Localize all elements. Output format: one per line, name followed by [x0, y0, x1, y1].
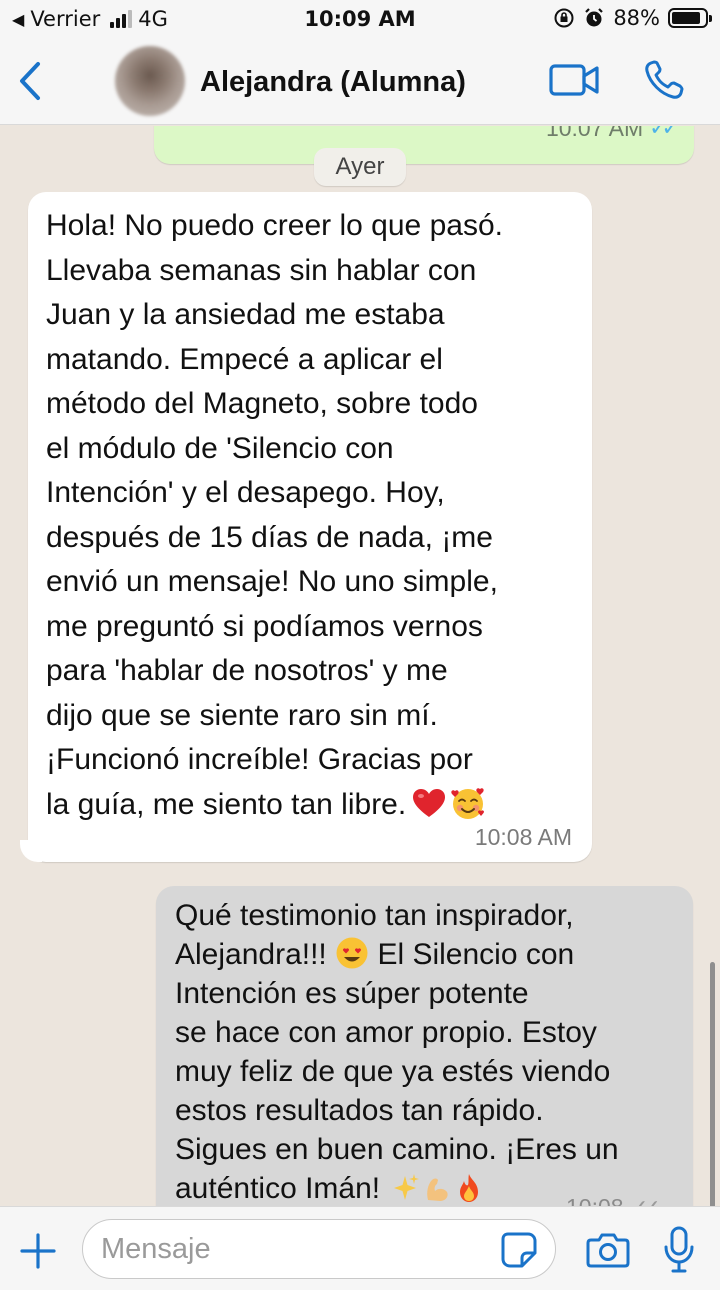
status-bar: ◀ Verrier 4G 10:09 AM 88% — [0, 0, 720, 40]
contact-name[interactable]: Alejandra (Alumna) — [200, 66, 466, 99]
message-text: Qué testimonio tan inspirador, Alejandra… — [175, 896, 685, 1206]
video-camera-icon[interactable] — [548, 60, 600, 100]
sparkles-icon — [394, 1174, 420, 1200]
status-right: 88% — [553, 6, 712, 30]
smiling-face-with-hearts-icon — [451, 787, 485, 819]
input-bar — [0, 1206, 720, 1290]
message-meta: 10:08 ✓✓ — [566, 1194, 661, 1206]
incoming-message[interactable]: Hola! No puedo creer lo que pasó. Llevab… — [28, 192, 592, 862]
alarm-icon — [585, 8, 604, 27]
camera-icon[interactable] — [586, 1231, 630, 1269]
battery-percentage: 88% — [613, 6, 660, 30]
fire-icon — [460, 1174, 479, 1202]
read-receipt-icon: ✓✓ — [649, 126, 680, 141]
outgoing-message-previous[interactable]: 10:07 AM ✓✓ — [154, 126, 694, 164]
message-input[interactable] — [82, 1219, 556, 1279]
screen-rotation-lock-icon — [554, 8, 574, 28]
red-heart-icon — [413, 788, 446, 817]
message-time: 10:08 — [566, 1194, 624, 1206]
chat-area[interactable]: 10:07 AM ✓✓ Ayer Hola! No puedo creer lo… — [0, 126, 720, 1206]
phone-icon[interactable] — [642, 58, 686, 102]
chat-header: Alejandra (Alumna) — [0, 40, 720, 125]
message-text: Hola! No puedo creer lo que pasó. Llevab… — [46, 204, 586, 827]
message-time: 10:08 AM — [474, 824, 572, 850]
battery-icon — [668, 8, 712, 28]
bubble-tail — [20, 840, 42, 862]
message-body: Hola! No puedo creer lo que pasó. Llevab… — [46, 209, 503, 821]
outgoing-message[interactable]: Qué testimonio tan inspirador, Alejandra… — [156, 886, 693, 1206]
flexed-biceps-icon — [427, 1178, 449, 1201]
sticker-icon[interactable] — [500, 1231, 538, 1269]
message-meta: 10:07 AM ✓✓ — [545, 126, 680, 142]
delivered-receipt-icon: ✓✓ — [630, 1196, 661, 1206]
microphone-icon[interactable] — [662, 1225, 696, 1275]
scrollbar[interactable] — [710, 962, 715, 1206]
message-time: 10:07 AM — [545, 126, 644, 141]
message-body-part2: El Silencio con Intención es súper poten… — [175, 938, 619, 1205]
heart-eyes-icon — [336, 937, 368, 969]
avatar[interactable] — [115, 46, 185, 116]
date-separator: Ayer — [314, 148, 406, 186]
plus-icon[interactable] — [18, 1231, 58, 1271]
chevron-left-icon[interactable] — [10, 56, 50, 106]
